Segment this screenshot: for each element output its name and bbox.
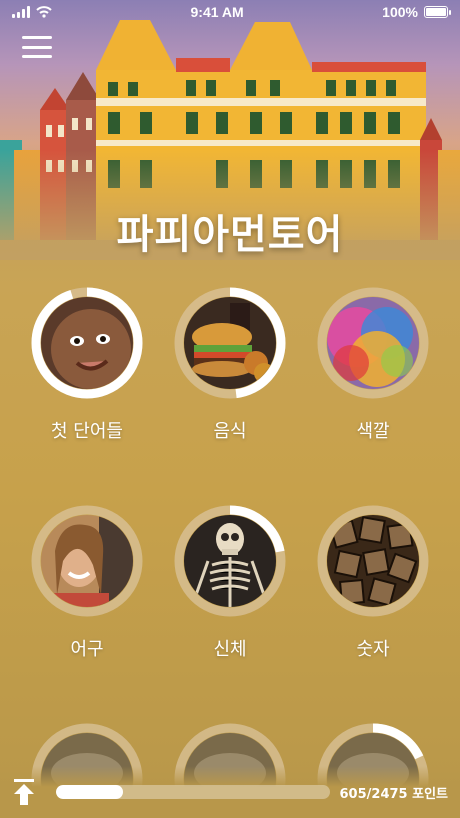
topic-label: 첫 단어들: [51, 421, 123, 442]
burger-photo: [184, 297, 276, 389]
topic-tile[interactable]: 음식: [165, 287, 295, 443]
topic-tile[interactable]: 색깔: [308, 287, 438, 443]
points-label: 605/2475 포인트: [339, 786, 448, 802]
cellular-signal-icon: [12, 6, 30, 18]
topic-tile[interactable]: 첫 단어들: [22, 287, 152, 443]
battery-icon: [423, 6, 451, 18]
points-progress-fill: [56, 785, 123, 799]
topic-label: 음식: [213, 421, 247, 442]
number-blocks-photo: [327, 515, 419, 607]
topic-progress-ring: [31, 287, 143, 399]
topic-progress-ring: [317, 287, 429, 399]
wifi-icon: [36, 6, 52, 18]
topic-tile[interactable]: 신체: [165, 505, 295, 661]
topic-label: 색깔: [356, 421, 390, 442]
bottom-bar: 605/2475 포인트: [0, 766, 460, 818]
topic-tile[interactable]: 숫자: [308, 505, 438, 661]
topic-label: 숫자: [356, 639, 390, 660]
skeleton-photo: [184, 515, 276, 607]
status-time: 9:41 AM: [190, 4, 244, 20]
colorful-powder-photo: [327, 297, 419, 389]
baby-face-photo: [41, 297, 133, 389]
status-bar: 9:41 AM 100%: [0, 0, 460, 24]
topic-label: 신체: [213, 639, 247, 660]
topic-progress-ring: [174, 505, 286, 617]
points-progress-bar: [56, 785, 330, 799]
battery-percent: 100%: [382, 4, 418, 20]
topic-tile[interactable]: 어구: [22, 505, 152, 661]
topic-progress-ring: [174, 287, 286, 399]
smiling-woman-photo: [41, 515, 133, 607]
topic-label: 어구: [70, 639, 104, 660]
scroll-to-top-icon[interactable]: [12, 779, 36, 805]
topic-progress-ring: [317, 505, 429, 617]
topic-progress-ring: [31, 505, 143, 617]
page-title: 파피아먼토어: [116, 212, 344, 258]
hamburger-menu-icon[interactable]: [22, 36, 52, 58]
